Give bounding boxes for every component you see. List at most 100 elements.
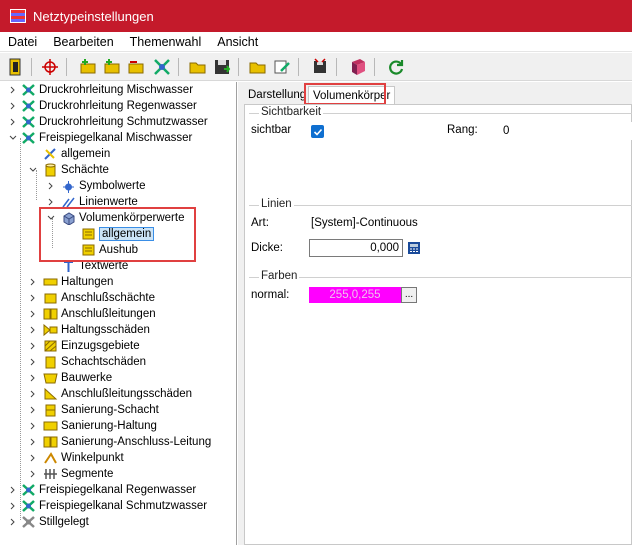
- network-icon: [20, 83, 36, 97]
- chevron-right-icon[interactable]: [8, 117, 18, 127]
- book-icon[interactable]: [348, 57, 368, 77]
- chevron-right-icon[interactable]: [28, 277, 38, 287]
- tree-item-sanierung-haltung[interactable]: Sanierung-Haltung: [28, 418, 157, 434]
- disk-export-icon[interactable]: [310, 57, 330, 77]
- tree-item-freispiegelkanal-regenwasser[interactable]: Freispiegelkanal Regenwasser: [8, 482, 196, 498]
- tree-item-einzugsgebiete[interactable]: Einzugsgebiete: [28, 338, 140, 354]
- chevron-right-icon[interactable]: [8, 501, 18, 511]
- chevron-right-icon[interactable]: [28, 373, 38, 383]
- tree-item-label: Sanierung-Anschluss-Leitung: [61, 436, 212, 448]
- group-sichtbarkeit: Sichtbarkeit sichtbar Rang: 0: [249, 106, 632, 193]
- connection-line-icon: [42, 307, 58, 321]
- tree-item-label: Segmente: [61, 468, 114, 480]
- menu-bearbeiten[interactable]: Bearbeiten: [45, 35, 121, 49]
- network-icon: [20, 515, 36, 529]
- connection-shaft-icon: [42, 291, 58, 305]
- shaft-icon: [42, 163, 58, 177]
- tree-item-label: Schachtschäden: [61, 356, 147, 368]
- tree-item-druckrohrleitung-regenwasser[interactable]: Druckrohrleitung Regenwasser: [8, 98, 197, 114]
- tree-item-winkelpunkt[interactable]: Winkelpunkt: [28, 450, 124, 466]
- tree-item-schachtschaeden[interactable]: Schachtschäden: [28, 354, 146, 370]
- volumenkoerper-panel: Sichtbarkeit sichtbar Rang: 0 Linien Art…: [244, 104, 632, 545]
- chevron-right-icon[interactable]: [28, 469, 38, 479]
- tree-item-bauwerke[interactable]: Bauwerke: [28, 370, 112, 386]
- chevron-right-icon[interactable]: [28, 357, 38, 367]
- tree-item-label: Einzugsgebiete: [61, 340, 140, 352]
- title-bar: Netztypeinstellungen: [0, 0, 632, 32]
- chevron-right-icon[interactable]: [28, 341, 38, 351]
- tree-item-druckrohrleitung-mischwasser[interactable]: Druckrohrleitung Mischwasser: [8, 82, 193, 98]
- tree-item-freispiegelkanal-schmutzwasser[interactable]: Freispiegelkanal Schmutzwasser: [8, 498, 207, 514]
- chevron-right-icon[interactable]: [28, 453, 38, 463]
- tree-item-segmente[interactable]: Segmente: [28, 466, 113, 482]
- tree-item-sanierung-schacht[interactable]: Sanierung-Schacht: [28, 402, 159, 418]
- menu-themenwahl[interactable]: Themenwahl: [122, 35, 210, 49]
- calculator-icon[interactable]: [407, 241, 421, 255]
- tree-item-label: Haltungen: [61, 276, 114, 288]
- group-linien: Linien Art: [System]-Continuous Dicke: 0…: [249, 198, 632, 265]
- sichtbar-checkbox[interactable]: [311, 125, 324, 138]
- chevron-right-icon[interactable]: [8, 485, 18, 495]
- tree-item-label: Freispiegelkanal Regenwasser: [39, 484, 197, 496]
- tree-item-label: Sanierung-Haltung: [61, 420, 157, 432]
- chevron-right-icon[interactable]: [28, 437, 38, 447]
- tree-item-schaechte[interactable]: Schächte: [28, 162, 109, 178]
- chevron-down-icon[interactable]: [8, 133, 18, 143]
- exit-icon[interactable]: [6, 57, 26, 77]
- edit-icon[interactable]: [272, 57, 292, 77]
- structure-icon: [42, 371, 58, 385]
- chevron-right-icon[interactable]: [8, 517, 18, 527]
- remove-item-icon[interactable]: [126, 57, 146, 77]
- chevron-right-icon[interactable]: [28, 309, 38, 319]
- chevron-right-icon[interactable]: [46, 197, 56, 207]
- open-folder-icon[interactable]: [188, 57, 208, 77]
- normal-label: normal:: [251, 289, 290, 301]
- tree-item-anschlussschaechte[interactable]: Anschlußschächte: [28, 290, 155, 306]
- window-title: Netztypeinstellungen: [33, 8, 154, 24]
- save-icon[interactable]: [212, 57, 232, 77]
- rang-input[interactable]: 0: [499, 122, 632, 140]
- chevron-right-icon[interactable]: [8, 85, 18, 95]
- chevron-right-icon[interactable]: [46, 181, 56, 191]
- app-icon: [10, 9, 26, 23]
- tree-item-druckrohrleitung-schmutzwasser[interactable]: Druckrohrleitung Schmutzwasser: [8, 114, 208, 130]
- normal-color-swatch[interactable]: 255,0,255: [309, 287, 401, 303]
- art-label: Art:: [251, 217, 269, 229]
- chevron-right-icon[interactable]: [8, 101, 18, 111]
- tree-item-stillgelegt[interactable]: Stillgelegt: [8, 514, 89, 530]
- network-icon[interactable]: [152, 57, 172, 77]
- chevron-right-icon[interactable]: [28, 421, 38, 431]
- tree-item-anschlussleitungen[interactable]: Anschlußleitungen: [28, 306, 156, 322]
- tree-item-label: Anschlußleitungen: [61, 308, 156, 320]
- refresh-icon[interactable]: [386, 57, 406, 77]
- tree-item-sanierung-anschluss-leitung[interactable]: Sanierung-Anschluss-Leitung: [28, 434, 211, 450]
- tree-item-allgemein[interactable]: allgemein: [28, 146, 110, 162]
- chevron-down-icon[interactable]: [28, 165, 38, 175]
- add-item-icon[interactable]: [102, 57, 122, 77]
- renovation-connection-icon: [42, 435, 58, 449]
- tree-item-freispiegelkanal-mischwasser[interactable]: Freispiegelkanal Mischwasser: [8, 130, 192, 146]
- menu-datei[interactable]: Datei: [0, 35, 45, 49]
- chevron-right-icon[interactable]: [28, 325, 38, 335]
- network-icon: [20, 131, 36, 145]
- crosshair-icon[interactable]: [40, 57, 60, 77]
- renovation-pipe-icon: [42, 419, 58, 433]
- tree-item-symbolwerte[interactable]: Symbolwerte: [46, 178, 145, 194]
- chevron-right-icon[interactable]: [28, 405, 38, 415]
- tree-item-anschlussleitungsschaeden[interactable]: Anschlußleitungsschäden: [28, 386, 192, 402]
- color-picker-button[interactable]: ...: [401, 287, 417, 303]
- tree-item-label: Anschlußleitungsschäden: [61, 388, 193, 400]
- network-icon: [20, 483, 36, 497]
- chevron-right-icon[interactable]: [28, 293, 38, 303]
- chevron-right-icon[interactable]: [28, 389, 38, 399]
- add-folder-icon[interactable]: [78, 57, 98, 77]
- menu-ansicht[interactable]: Ansicht: [209, 35, 266, 49]
- tree-item-haltungen[interactable]: Haltungen: [28, 274, 113, 290]
- tab-darstellung[interactable]: Darstellung: [244, 86, 310, 104]
- network-icon: [20, 115, 36, 129]
- tree-item-label: allgemein: [61, 148, 111, 160]
- dicke-input[interactable]: 0,000: [309, 239, 403, 257]
- art-value[interactable]: [System]-Continuous: [311, 217, 418, 229]
- open-file-icon[interactable]: [248, 57, 268, 77]
- tree-item-haltungsschaeden[interactable]: Haltungsschäden: [28, 322, 150, 338]
